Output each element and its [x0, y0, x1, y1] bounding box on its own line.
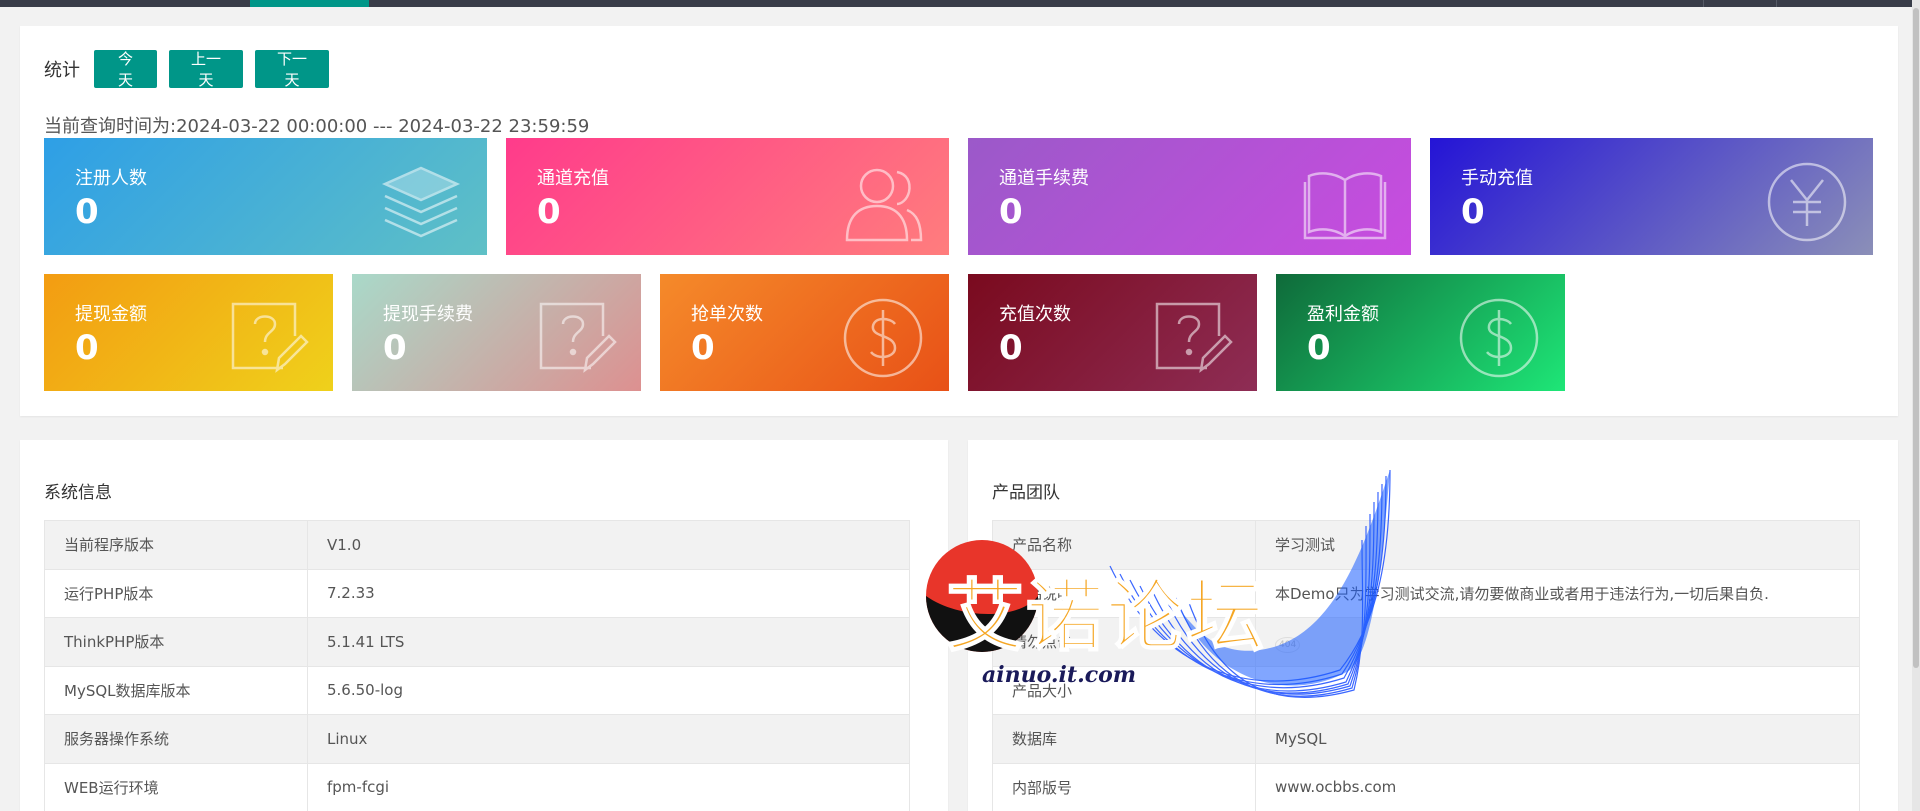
stats-header: 统计 今 天 上一天 下一天: [44, 50, 341, 89]
scrollbar-thumb[interactable]: [1913, 8, 1919, 668]
tile-label: 手动充值: [1461, 168, 1533, 189]
query-separator: ---: [367, 116, 399, 137]
question-note-icon: [225, 296, 309, 380]
row-value: [1255, 665, 1860, 715]
tile-label: 注册人数: [75, 168, 147, 189]
table-row: 服务器操作系统 Linux: [44, 714, 910, 764]
tile-value: 0: [75, 328, 99, 368]
row-value: www.ocbbs.com: [1255, 762, 1860, 811]
tile-value: 0: [537, 192, 561, 232]
table-row: 产品大小: [992, 665, 1860, 715]
nav-divider: [1703, 0, 1704, 7]
stat-tile-profit-amount: 盈利金额 0: [1276, 274, 1565, 391]
users-icon: [841, 160, 925, 244]
tile-value: 0: [1461, 192, 1485, 232]
tile-label: 提现手续费: [383, 304, 473, 325]
tile-label: 通道充值: [537, 168, 609, 189]
stat-tile-manual-recharge: 手动充值 0: [1430, 138, 1873, 255]
tile-value: 0: [1307, 328, 1331, 368]
row-value: 5.6.50-log: [307, 665, 910, 715]
row-key: ThinkPHP版本: [44, 617, 308, 667]
table-row: 产品说明 本Demo只为学习测试交流,请勿要做商业或者用于违法行为,一切后果自负.: [992, 568, 1860, 618]
tile-label: 提现金额: [75, 304, 147, 325]
table-row: 产品名称 学习测试: [992, 520, 1860, 570]
dollar-icon: [1457, 296, 1541, 380]
query-end: 2024-03-22 23:59:59: [398, 116, 590, 137]
table-row: MySQL数据库版本 5.6.50-log: [44, 665, 910, 715]
nav-divider: [1776, 0, 1777, 7]
do-not-click-link[interactable]: 404: [1275, 636, 1301, 653]
row-key: 运行PHP版本: [44, 568, 308, 618]
question-note-icon: [1149, 296, 1233, 380]
stat-tile-channel-fee: 通道手续费 0: [968, 138, 1411, 255]
row-value: 5.1.41 LTS: [307, 617, 910, 667]
row-key: MySQL数据库版本: [44, 665, 308, 715]
row-key: 数据库: [992, 714, 1256, 764]
tile-label: 通道手续费: [999, 168, 1089, 189]
row-key: 当前程序版本: [44, 520, 308, 570]
book-icon: [1303, 160, 1387, 244]
query-start: 2024-03-22 00:00:00: [176, 116, 368, 137]
tile-value: 0: [691, 328, 715, 368]
row-value: V1.0: [307, 520, 910, 570]
stat-tile-grab-orders: 抢单次数 0: [660, 274, 949, 391]
stat-tile-recharge-count: 充值次数 0: [968, 274, 1257, 391]
tile-value: 0: [75, 192, 99, 232]
product-team-title: 产品团队: [992, 483, 1060, 503]
table-row: WEB运行环境 fpm-fcgi: [44, 762, 910, 811]
product-team-panel: 产品团队 产品名称 学习测试 产品说明 本Demo只为学习测试交流,请勿要做商业或者…: [968, 440, 1898, 811]
today-button[interactable]: 今 天: [94, 50, 157, 89]
stat-tile-withdraw-amount: 提现金额 0: [44, 274, 333, 391]
dollar-icon: [841, 296, 925, 380]
table-row: 运行PHP版本 7.2.33: [44, 568, 910, 618]
question-note-icon: [533, 296, 617, 380]
row-value: Linux: [307, 714, 910, 764]
table-row: 当前程序版本 V1.0: [44, 520, 910, 570]
row-value[interactable]: 404: [1255, 617, 1860, 667]
row-value: MySQL: [1255, 714, 1860, 764]
stat-tile-withdraw-fee: 提现手续费 0: [352, 274, 641, 391]
tile-value: 0: [383, 328, 407, 368]
tile-value: 0: [999, 328, 1023, 368]
row-key: 请勿点击: [992, 617, 1256, 667]
product-team-table: 产品名称 学习测试 产品说明 本Demo只为学习测试交流,请勿要做商业或者用于违法行…: [992, 520, 1860, 811]
query-prefix: 当前查询时间为:: [44, 116, 177, 137]
system-info-panel: 系统信息 当前程序版本 V1.0 运行PHP版本 7.2.33 ThinkPHP版本…: [20, 440, 948, 811]
row-key: 产品说明: [992, 568, 1256, 618]
system-info-title: 系统信息: [44, 483, 112, 503]
row-key: 产品名称: [992, 520, 1256, 570]
top-nav-bar: [0, 0, 1920, 7]
tile-label: 抢单次数: [691, 304, 763, 325]
table-row: 请勿点击 404: [992, 617, 1860, 667]
active-tab-indicator[interactable]: [250, 0, 369, 7]
stat-tile-registrations: 注册人数 0: [44, 138, 487, 255]
row-key: 服务器操作系统: [44, 714, 308, 764]
query-time-range: 当前查询时间为:2024-03-22 00:00:00 --- 2024-03-…: [44, 112, 589, 138]
previous-day-button[interactable]: 上一天: [169, 50, 243, 89]
row-key: 产品大小: [992, 665, 1256, 715]
yen-icon: [1765, 160, 1849, 244]
statistics-panel: 统计 今 天 上一天 下一天 当前查询时间为:2024-03-22 00:00:…: [20, 26, 1898, 416]
stats-title: 统计: [44, 60, 80, 81]
tile-label: 充值次数: [999, 304, 1071, 325]
next-day-button[interactable]: 下一天: [255, 50, 329, 89]
table-row: 内部版号 www.ocbbs.com: [992, 762, 1860, 811]
row-key: WEB运行环境: [44, 762, 308, 811]
tile-value: 0: [999, 192, 1023, 232]
system-info-table: 当前程序版本 V1.0 运行PHP版本 7.2.33 ThinkPHP版本 5.1.4…: [44, 520, 910, 811]
tile-label: 盈利金额: [1307, 304, 1379, 325]
row-value: 本Demo只为学习测试交流,请勿要做商业或者用于违法行为,一切后果自负.: [1255, 568, 1860, 618]
row-value: 7.2.33: [307, 568, 910, 618]
layers-icon: [379, 160, 463, 244]
row-key: 内部版号: [992, 762, 1256, 811]
row-value: fpm-fcgi: [307, 762, 910, 811]
stat-tile-channel-recharge: 通道充值 0: [506, 138, 949, 255]
row-value: 学习测试: [1255, 520, 1860, 570]
vertical-scrollbar[interactable]: [1912, 0, 1920, 811]
table-row: ThinkPHP版本 5.1.41 LTS: [44, 617, 910, 667]
table-row: 数据库 MySQL: [992, 714, 1860, 764]
